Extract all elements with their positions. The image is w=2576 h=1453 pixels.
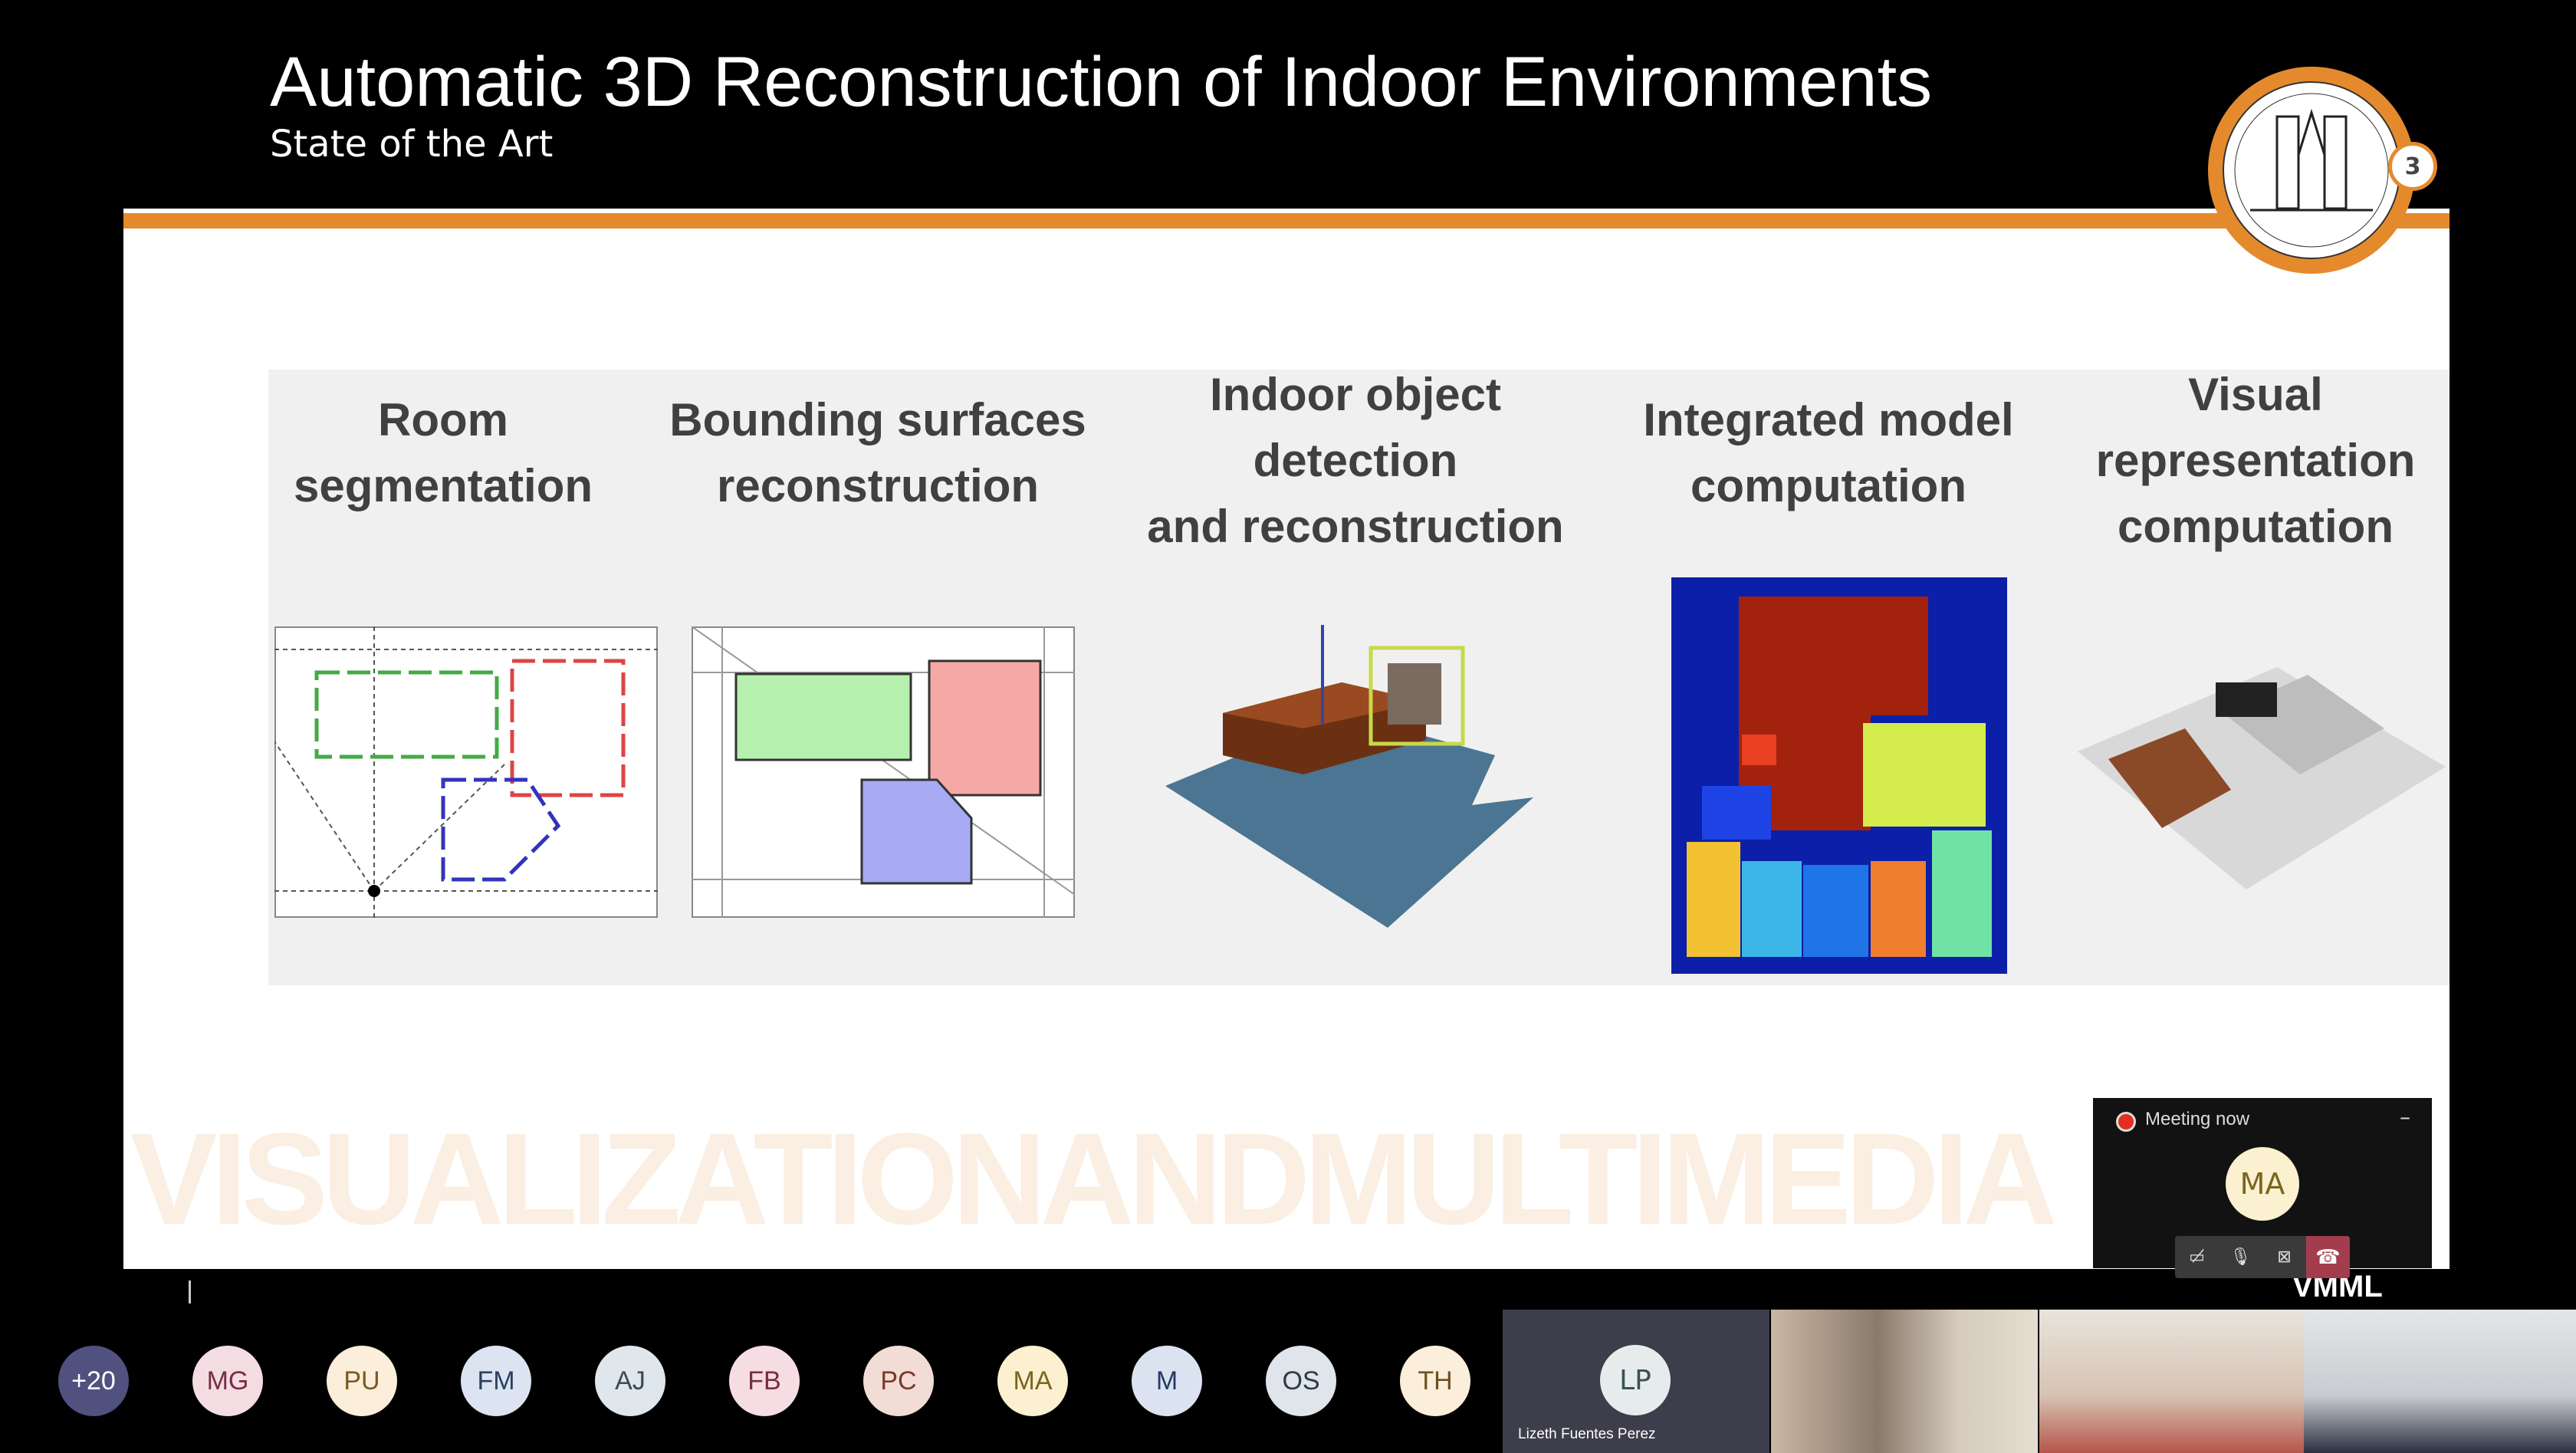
participant-avatar[interactable]: +20 [58,1346,129,1416]
university-seal-logo [2208,67,2415,274]
participant-avatar: LP [1600,1345,1671,1415]
step-bounding-surfaces: Bounding surfaces reconstruction [669,394,1086,511]
meeting-avatar: MA [2226,1147,2299,1221]
video-tile-lp[interactable]: LP Lizeth Fuentes Perez [1503,1310,1769,1453]
participant-avatar[interactable]: MA [997,1346,1068,1416]
participant-avatar[interactable]: AJ [595,1346,665,1416]
participant-avatar[interactable]: MG [192,1346,263,1416]
participant-avatar[interactable]: FB [729,1346,800,1416]
meeting-title: Meeting now [2145,1109,2250,1129]
slide-subtitle: State of the Art [270,123,554,166]
participant-avatar[interactable]: PU [327,1346,397,1416]
accent-bar [123,213,2450,228]
bounding-surfaces-image [692,626,1075,918]
participant-avatar[interactable]: FM [461,1346,531,1416]
step-room-segmentation: Room segmentation [293,394,593,511]
room-segmentation-image [274,626,658,918]
watermark: VISUALIZATIONANDMULTIMEDIA [130,1106,2057,1252]
step-object-detection: Indoor object detection and reconstructi… [1147,369,1564,552]
hang-up-icon[interactable]: ☎ [2306,1236,2350,1278]
meeting-now-popup[interactable]: Meeting now – MA ▭̸ 🎙 ⊠ ☎ [2093,1098,2432,1278]
video-tile-participant-4[interactable] [2304,1310,2576,1453]
integrated-model-image [1671,577,2007,974]
video-tile-participant-2[interactable] [1771,1310,2038,1453]
step-visual-representation: Visual representation computation [2095,369,2416,552]
stop-share-icon[interactable]: ⊠ [2262,1236,2306,1278]
camera-off-icon[interactable]: ▭̸ [2175,1236,2219,1278]
page-number-badge: 3 [2388,142,2437,191]
recording-icon [2116,1112,2136,1132]
participant-avatar[interactable]: TH [1400,1346,1470,1416]
call-controls: ▭̸ 🎙 ⊠ ☎ [2175,1236,2350,1278]
cursor [189,1280,191,1303]
object-detection-image [1165,625,1533,928]
step-integrated-model: Integrated model computation [1643,394,2014,511]
participant-avatar[interactable]: PC [863,1346,934,1416]
participant-avatar[interactable]: M [1132,1346,1202,1416]
visual-representation-image [2078,667,2446,889]
video-tile-participant-3[interactable] [2039,1310,2304,1453]
slide-title: Automatic 3D Reconstruction of Indoor En… [270,43,1933,121]
minimize-button[interactable]: – [2400,1104,2410,1129]
microphone-icon[interactable]: 🎙 [2219,1236,2262,1278]
participant-avatar[interactable]: OS [1266,1346,1336,1416]
participant-name: Lizeth Fuentes Perez [1518,1426,1656,1442]
